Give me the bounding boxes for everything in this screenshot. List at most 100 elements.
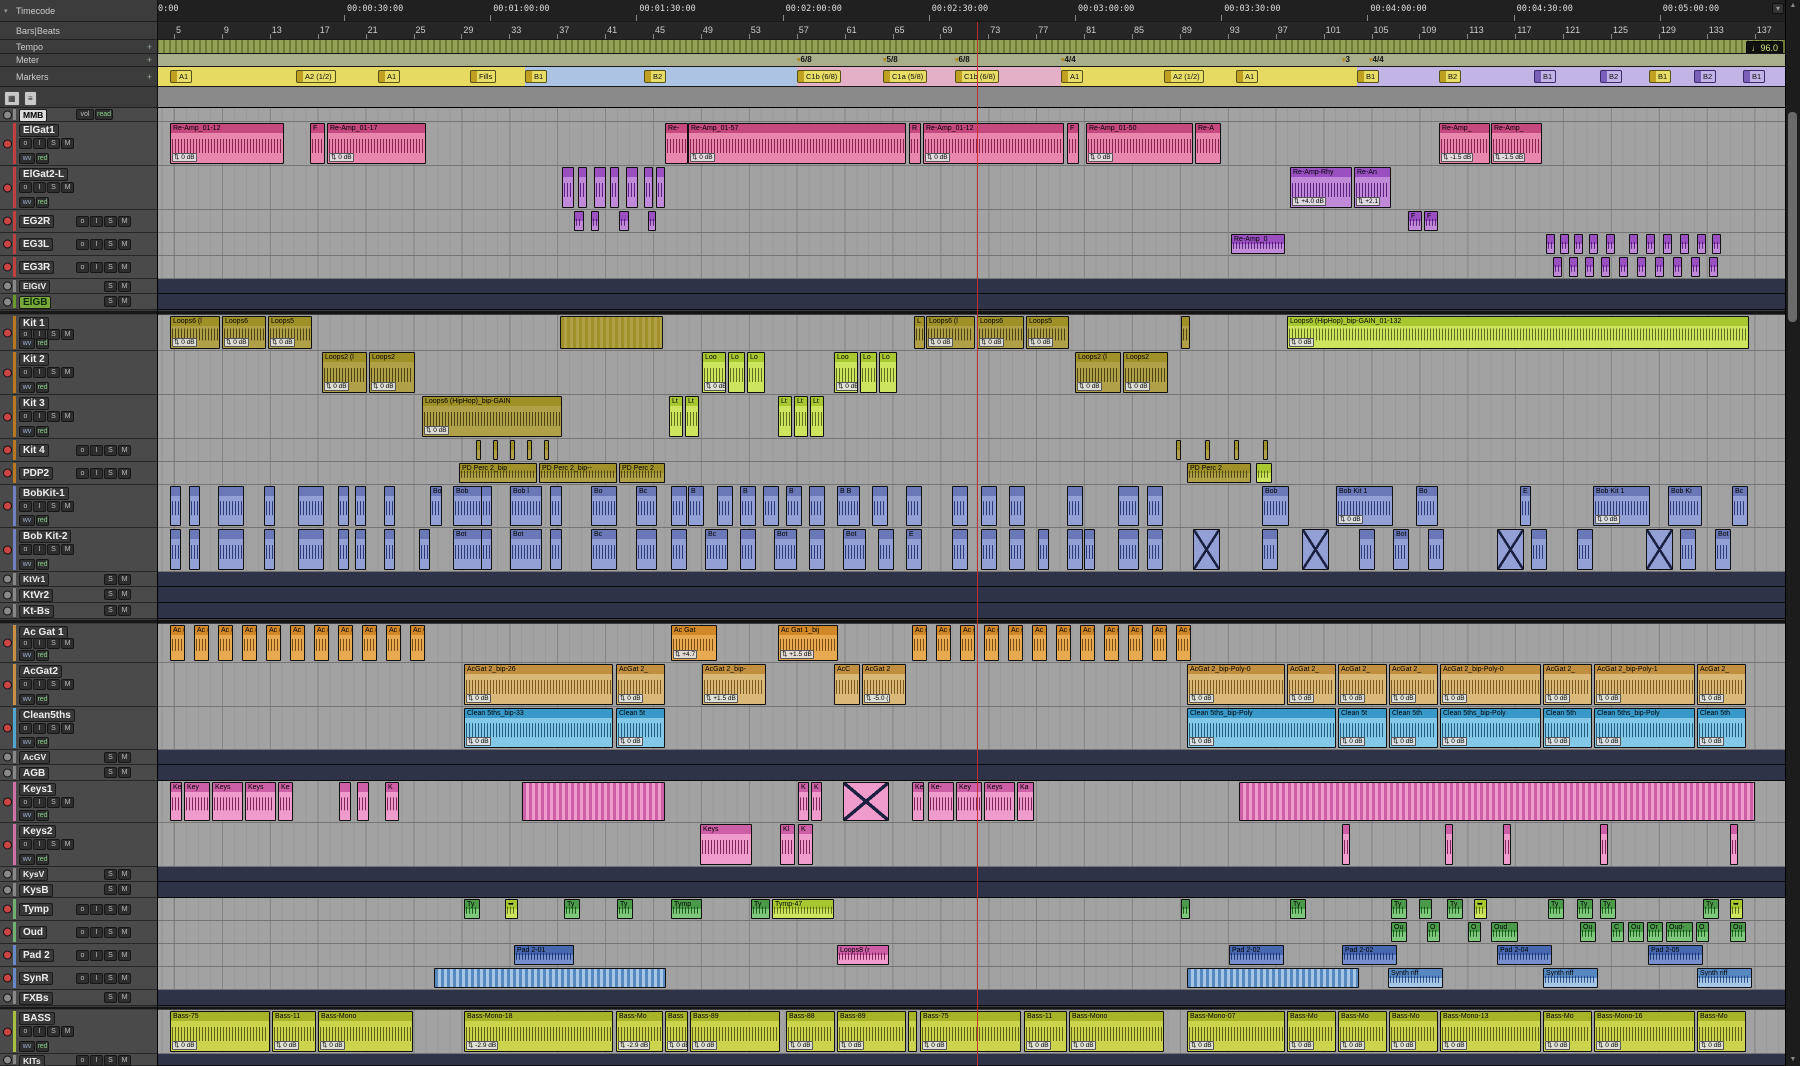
clip[interactable]	[481, 486, 492, 526]
clip-re-amp-01-12[interactable]: Re-Amp_01-12⇅ 0 dB	[923, 123, 1064, 164]
clip-tymp-47[interactable]: Tymp-47	[772, 899, 834, 919]
track-lane-fxbs[interactable]	[157, 990, 1786, 1006]
track-button-wv[interactable]: wv	[19, 426, 35, 437]
track-row-clean5ths[interactable]: Clean5thsoISMwvred	[0, 707, 157, 750]
record-enable-dot[interactable]	[3, 724, 12, 733]
track-button-i[interactable]: I	[33, 638, 46, 649]
track-name[interactable]: BobKit-1	[19, 487, 69, 500]
track-button-red[interactable]: red	[36, 559, 49, 570]
clip-bot[interactable]: Bot	[453, 529, 484, 570]
track-button-m[interactable]: M	[61, 797, 74, 808]
clip[interactable]	[717, 486, 733, 526]
clip-bass-mo[interactable]: Bass-Mo⇅ 0 dB	[1697, 1011, 1746, 1052]
track-button-m[interactable]: M	[118, 973, 131, 984]
track-row-bob-kit-2[interactable]: Bob Kit-2oISMwvred	[0, 528, 157, 572]
memory-marker[interactable]: B2	[644, 70, 666, 83]
clip-f[interactable]: F	[1424, 211, 1438, 231]
track-button-s[interactable]: S	[104, 767, 117, 778]
clip-b[interactable]: B	[740, 486, 756, 526]
track-button-i[interactable]: I	[90, 904, 103, 915]
memory-marker[interactable]: A2 (1/2)	[1164, 70, 1204, 83]
track-button-red[interactable]: red	[36, 810, 49, 821]
track-button-m[interactable]: M	[118, 216, 131, 227]
track-button-o[interactable]: o	[76, 1055, 89, 1066]
memory-marker[interactable]: B1	[1534, 70, 1556, 83]
track-name[interactable]: EG3R	[19, 261, 54, 274]
clip-loo[interactable]: Loo⇅ 0 dB	[834, 352, 858, 393]
clip-lt[interactable]: Lt	[669, 396, 683, 437]
clip-ty[interactable]: Ty	[751, 899, 770, 919]
track-name[interactable]: KysB	[19, 884, 53, 897]
track-button-s[interactable]: S	[104, 468, 117, 479]
clip-ac-gat-1-bij[interactable]: Ac Gat 1_bij⇅ +1.5 dB	[778, 625, 838, 661]
clip[interactable]	[1691, 257, 1700, 277]
clip[interactable]	[1553, 257, 1562, 277]
track-button-s[interactable]: S	[47, 638, 60, 649]
timeline[interactable]: Re-Amp_01-12⇅ 0 dBFRe-Amp_01-17⇅ 0 dBRe-…	[157, 108, 1786, 1066]
track-button-o[interactable]: o	[76, 468, 89, 479]
clip[interactable]	[1428, 529, 1444, 570]
clip-clean-5th[interactable]: Clean 5th⇅ 0 dB	[1697, 708, 1746, 748]
record-enable-dot[interactable]	[3, 870, 12, 879]
record-enable-dot[interactable]	[3, 282, 12, 291]
clip[interactable]	[1619, 257, 1628, 277]
record-enable-dot[interactable]	[3, 928, 12, 937]
track-button-o[interactable]: o	[19, 723, 32, 734]
clip[interactable]	[562, 167, 574, 208]
clip-re-amp-01-12[interactable]: Re-Amp_01-12⇅ 0 dB	[170, 123, 284, 164]
clip[interactable]	[1673, 257, 1682, 277]
clip-loops6[interactable]: Loops6⇅ 0 dB	[977, 316, 1024, 349]
track-row-pad-2[interactable]: Pad 2oISM	[0, 944, 157, 967]
track-button-i[interactable]: I	[33, 1026, 46, 1037]
track-row-elgat1[interactable]: ElGat1oISMwvred	[0, 122, 157, 166]
clip[interactable]	[1263, 440, 1268, 460]
clip-bass-mo[interactable]: Bass-Mo⇅ -2.9 dB	[616, 1011, 663, 1052]
track-row-eg2r[interactable]: EG2RoISM	[0, 210, 157, 233]
clip-e[interactable]: E	[906, 529, 922, 570]
clip-ty[interactable]: Ty	[464, 899, 480, 919]
clip-re-amp-[interactable]: Re-Amp_⇅ -1.5 dB	[1439, 123, 1490, 164]
clip-ac-[interactable]: Ac (	[362, 625, 377, 661]
clip[interactable]	[1118, 486, 1139, 526]
record-enable-dot[interactable]	[3, 469, 12, 478]
clip[interactable]	[1187, 968, 1359, 988]
clip-l[interactable]: L	[914, 316, 925, 349]
clip-or[interactable]: Or	[1647, 922, 1663, 942]
clip-c[interactable]: C	[1611, 922, 1624, 942]
track-row-kysb[interactable]: KysBSM	[0, 882, 157, 898]
clip[interactable]	[298, 486, 324, 526]
clip-ac[interactable]: Ac	[1032, 625, 1047, 661]
meter-change-marker[interactable]: ▾3	[1342, 55, 1350, 64]
clip-ac-[interactable]: Ac (	[1104, 625, 1119, 661]
track-button-m[interactable]: M	[118, 869, 131, 880]
clip[interactable]	[626, 167, 638, 208]
clip[interactable]	[1256, 463, 1272, 483]
record-enable-dot[interactable]	[3, 139, 12, 148]
clip[interactable]	[338, 529, 349, 570]
clip-bass-mono[interactable]: Bass-Mono⇅ 0 dB	[318, 1011, 413, 1052]
clip-bot[interactable]: Bot	[774, 529, 797, 570]
clip[interactable]	[1680, 529, 1696, 570]
ruler-row-meter[interactable]: Meter+	[0, 54, 157, 67]
clip[interactable]	[1663, 234, 1672, 254]
track-button-s[interactable]: S	[104, 262, 117, 273]
clip[interactable]	[809, 529, 825, 570]
track-row-eg3l[interactable]: EG3LoISM	[0, 233, 157, 256]
track-lane-kits[interactable]	[157, 1054, 1786, 1066]
clip[interactable]	[1067, 486, 1083, 526]
track-button-wv[interactable]: wv	[19, 854, 35, 865]
clip-b[interactable]: B	[688, 486, 704, 526]
track-lane-eg3r[interactable]	[157, 256, 1786, 279]
track-lane-kit-2[interactable]: Loops2 (l⇅ 0 dBLoops2⇅ 0 dBLoo⇅ 0 dBLoLo…	[157, 351, 1786, 395]
track-button-s[interactable]: S	[104, 973, 117, 984]
track-name[interactable]: Keys1	[19, 783, 56, 796]
clip-bob-kit-1[interactable]: Bob Kit 1⇅ 0 dB	[1593, 486, 1650, 526]
clip-k[interactable]: K	[385, 782, 399, 821]
ruler-options-button[interactable]: ▾	[1772, 3, 1784, 14]
clip-loops2[interactable]: Loops2⇅ 0 dB	[1123, 352, 1168, 393]
track-button-s[interactable]: S	[47, 797, 60, 808]
track-lane-bobkit-1[interactable]: BoBobBob lBoBcBBBB BBobBob Kit 1⇅ 0 dBBo…	[157, 485, 1786, 528]
clip[interactable]	[355, 529, 366, 570]
clip-acgat-2-[interactable]: AcGat 2_⇅ 0 dB	[1543, 664, 1592, 705]
clip[interactable]	[591, 211, 599, 231]
